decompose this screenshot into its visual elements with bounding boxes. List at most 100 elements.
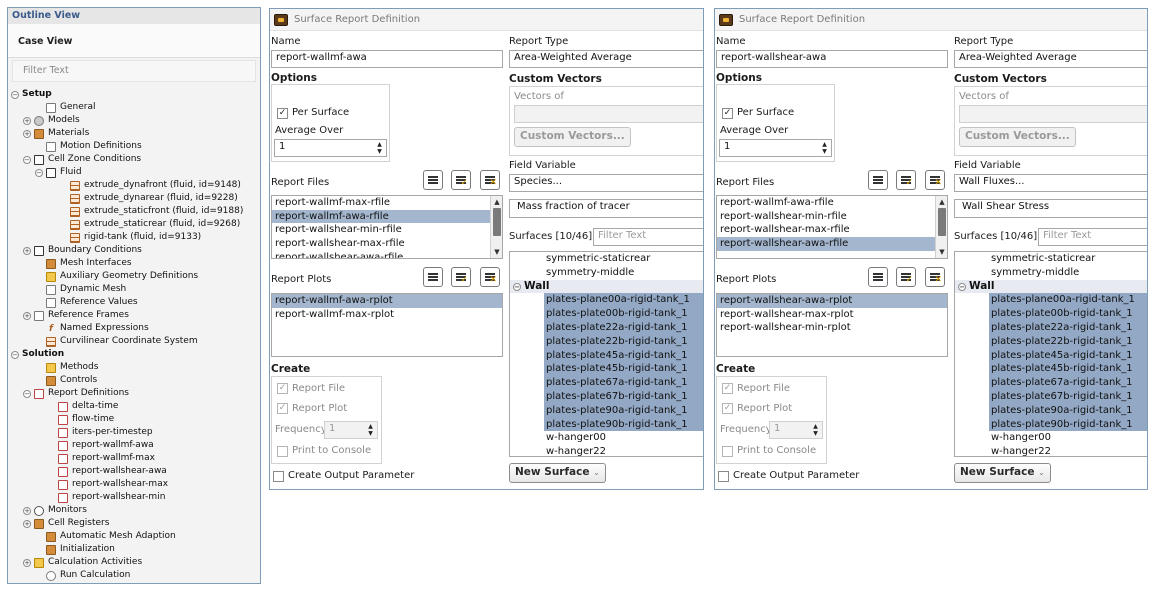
- tree-item-mesh-interfaces[interactable]: Mesh Interfaces: [8, 257, 260, 270]
- field-variable-dropdown[interactable]: Species...: [509, 174, 703, 192]
- tree-item-materials[interactable]: + Materials: [8, 127, 260, 140]
- collapse-icon[interactable]: −: [11, 90, 19, 99]
- expand-icon[interactable]: +: [23, 519, 31, 528]
- tree-item-auxiliary-geometry[interactable]: Auxiliary Geometry Definitions: [8, 270, 260, 283]
- average-over-spinner[interactable]: ▲ ▼: [820, 141, 829, 155]
- report-files-list[interactable]: report-wallmf-max-rfile report-wallmf-awa…: [271, 195, 503, 259]
- report-files-list-button[interactable]: [868, 170, 888, 190]
- tree-item-report-wallshear-awa[interactable]: report-wallshear-awa: [8, 465, 260, 478]
- surface-item-selected[interactable]: plates-plane00a-rigid-tank_1: [989, 293, 1147, 308]
- per-surface-checkbox[interactable]: ✓: [277, 108, 288, 119]
- surface-group-wall[interactable]: − Wall: [510, 279, 703, 294]
- collapse-icon[interactable]: −: [513, 282, 521, 291]
- tree-item-fluid[interactable]: − Fluid: [8, 166, 260, 179]
- frequency-spinner[interactable]: ▲ ▼: [811, 423, 820, 437]
- report-file-checkbox[interactable]: ✓: [722, 383, 733, 394]
- surface-item-selected[interactable]: plates-plate00b-rigid-tank_1: [544, 307, 703, 321]
- expand-icon[interactable]: +: [23, 116, 31, 125]
- print-to-console-checkbox[interactable]: [277, 446, 288, 457]
- name-input[interactable]: report-wallshear-awa: [716, 50, 948, 68]
- surface-item-selected[interactable]: plates-plate45a-rigid-tank_1: [989, 348, 1147, 363]
- report-file-item[interactable]: report-wallmf-awa-rfile: [272, 209, 502, 224]
- field-variable-sub-dropdown[interactable]: Mass fraction of tracer: [509, 199, 703, 218]
- surfaces-list[interactable]: symmetric-staticrear symmetry-middle − Wall…: [954, 251, 1147, 457]
- report-plot-item[interactable]: report-wallshear-max-rplot: [717, 308, 947, 322]
- frequency-input[interactable]: 1 ▲ ▼: [769, 421, 823, 439]
- surface-item[interactable]: symmetry-middle: [955, 266, 1147, 280]
- collapse-icon[interactable]: −: [23, 389, 31, 398]
- vectors-of-dropdown[interactable]: [959, 105, 1147, 123]
- create-output-parameter-checkbox[interactable]: [718, 471, 729, 482]
- tree-item-motion-definitions[interactable]: Motion Definitions: [8, 140, 260, 153]
- report-file-item[interactable]: report-wallshear-awa-rfile: [717, 237, 947, 251]
- tree-item-monitors[interactable]: + Monitors: [8, 504, 260, 517]
- surface-item-selected[interactable]: plates-plate22b-rigid-tank_1: [989, 334, 1147, 349]
- new-surface-button[interactable]: New Surface ⌄: [954, 463, 1051, 483]
- surface-item-selected[interactable]: plates-plate45b-rigid-tank_1: [544, 362, 703, 377]
- tree-item-report-wallmf-awa[interactable]: report-wallmf-awa: [8, 439, 260, 452]
- surface-item[interactable]: w-hanger00: [955, 431, 1147, 445]
- per-surface-checkbox[interactable]: ✓: [722, 108, 733, 119]
- average-over-input[interactable]: 1 ▲ ▼: [719, 139, 832, 157]
- report-file-item[interactable]: report-wallmf-awa-rfile: [717, 196, 947, 210]
- tree-item-reference-values[interactable]: Reference Values: [8, 296, 260, 309]
- tree-item-delta-time[interactable]: delta-time: [8, 400, 260, 413]
- new-surface-button[interactable]: New Surface ⌄: [509, 463, 606, 483]
- surface-item-selected[interactable]: plates-plate67b-rigid-tank_1: [989, 389, 1147, 404]
- tree-item-initialization[interactable]: Initialization: [8, 543, 260, 556]
- collapse-icon[interactable]: −: [11, 350, 19, 359]
- report-files-select-all-button[interactable]: ✓: [451, 170, 471, 190]
- tree-item-solution[interactable]: − Solution: [8, 348, 260, 361]
- expand-icon[interactable]: +: [23, 129, 31, 138]
- tree-item-report-definitions[interactable]: − Report Definitions: [8, 387, 260, 400]
- tree-item-flow-time[interactable]: flow-time: [8, 413, 260, 426]
- surface-item-selected[interactable]: plates-plate45b-rigid-tank_1: [989, 362, 1147, 377]
- surface-item-selected[interactable]: plates-plate22b-rigid-tank_1: [544, 334, 703, 349]
- surface-item-selected[interactable]: plates-plate90a-rigid-tank_1: [544, 403, 703, 418]
- tree-item-calculation-activities[interactable]: + Calculation Activities: [8, 556, 260, 569]
- surfaces-filter-input[interactable]: Filter Text: [593, 228, 703, 246]
- frequency-spinner[interactable]: ▲ ▼: [366, 423, 375, 437]
- tree-item-methods[interactable]: Methods: [8, 361, 260, 374]
- report-file-item[interactable]: report-wallshear-max-rfile: [717, 223, 947, 237]
- tree-item-cell-registers[interactable]: + Cell Registers: [8, 517, 260, 530]
- report-plots-list[interactable]: report-wallshear-awa-rplot report-wallshe…: [716, 293, 948, 357]
- surfaces-list[interactable]: symmetric-staticrear symmetry-middle − Wall…: [509, 251, 703, 457]
- report-files-select-all-button[interactable]: ✓: [896, 170, 916, 190]
- report-plot-item[interactable]: report-wallshear-awa-rplot: [717, 294, 947, 308]
- report-file-item[interactable]: report-wallshear-awa-rfile: [272, 251, 502, 258]
- tree-item-dynamic-mesh[interactable]: Dynamic Mesh: [8, 283, 260, 296]
- surface-group-wall[interactable]: − Wall: [955, 279, 1147, 294]
- field-variable-sub-dropdown[interactable]: Wall Shear Stress: [954, 199, 1147, 218]
- surface-item[interactable]: w-hanger00: [510, 431, 703, 445]
- outline-filter-input[interactable]: Filter Text: [12, 60, 256, 82]
- report-file-checkbox[interactable]: ✓: [277, 383, 288, 394]
- tree-item-report-wallmf-max[interactable]: report-wallmf-max: [8, 452, 260, 465]
- report-plot-item[interactable]: report-wallmf-awa-rplot: [272, 294, 502, 308]
- report-file-item[interactable]: report-wallshear-min-rfile: [272, 223, 502, 237]
- tree-item-extrude-staticrear[interactable]: extrude_staticrear (fluid, id=9268): [8, 218, 260, 231]
- report-plots-select-all-button[interactable]: ✓: [451, 267, 471, 287]
- report-plot-checkbox[interactable]: ✓: [277, 403, 288, 414]
- report-files-scrollbar[interactable]: ▲ ▼: [490, 196, 502, 258]
- report-file-item[interactable]: report-wallshear-min-rfile: [717, 210, 947, 224]
- surface-item-selected[interactable]: plates-plate67b-rigid-tank_1: [544, 389, 703, 404]
- report-type-dropdown[interactable]: Area-Weighted Average: [954, 50, 1147, 68]
- tree-item-general[interactable]: General: [8, 101, 260, 114]
- collapse-icon[interactable]: −: [23, 155, 31, 164]
- scroll-down-icon[interactable]: ▼: [937, 247, 947, 257]
- surface-item-selected[interactable]: plates-plate45a-rigid-tank_1: [544, 348, 703, 363]
- report-plot-item[interactable]: report-wallshear-min-rplot: [717, 321, 947, 335]
- tree-item-setup[interactable]: − Setup: [8, 88, 260, 101]
- report-plot-checkbox[interactable]: ✓: [722, 403, 733, 414]
- tree-item-reference-frames[interactable]: + Reference Frames: [8, 309, 260, 322]
- name-input[interactable]: report-wallmf-awa: [271, 50, 503, 68]
- tree-item-rigid-tank[interactable]: rigid-tank (fluid, id=9133): [8, 231, 260, 244]
- report-file-item[interactable]: report-wallshear-max-rfile: [272, 237, 502, 251]
- report-plots-deselect-all-button[interactable]: ✕: [925, 267, 945, 287]
- surface-item[interactable]: symmetry-middle: [510, 266, 703, 280]
- surfaces-filter-input[interactable]: Filter Text: [1038, 228, 1147, 246]
- report-files-list[interactable]: report-wallmf-awa-rfile report-wallshear-…: [716, 195, 948, 259]
- create-output-parameter-checkbox[interactable]: [273, 471, 284, 482]
- surface-item-selected[interactable]: plates-plate22a-rigid-tank_1: [989, 320, 1147, 335]
